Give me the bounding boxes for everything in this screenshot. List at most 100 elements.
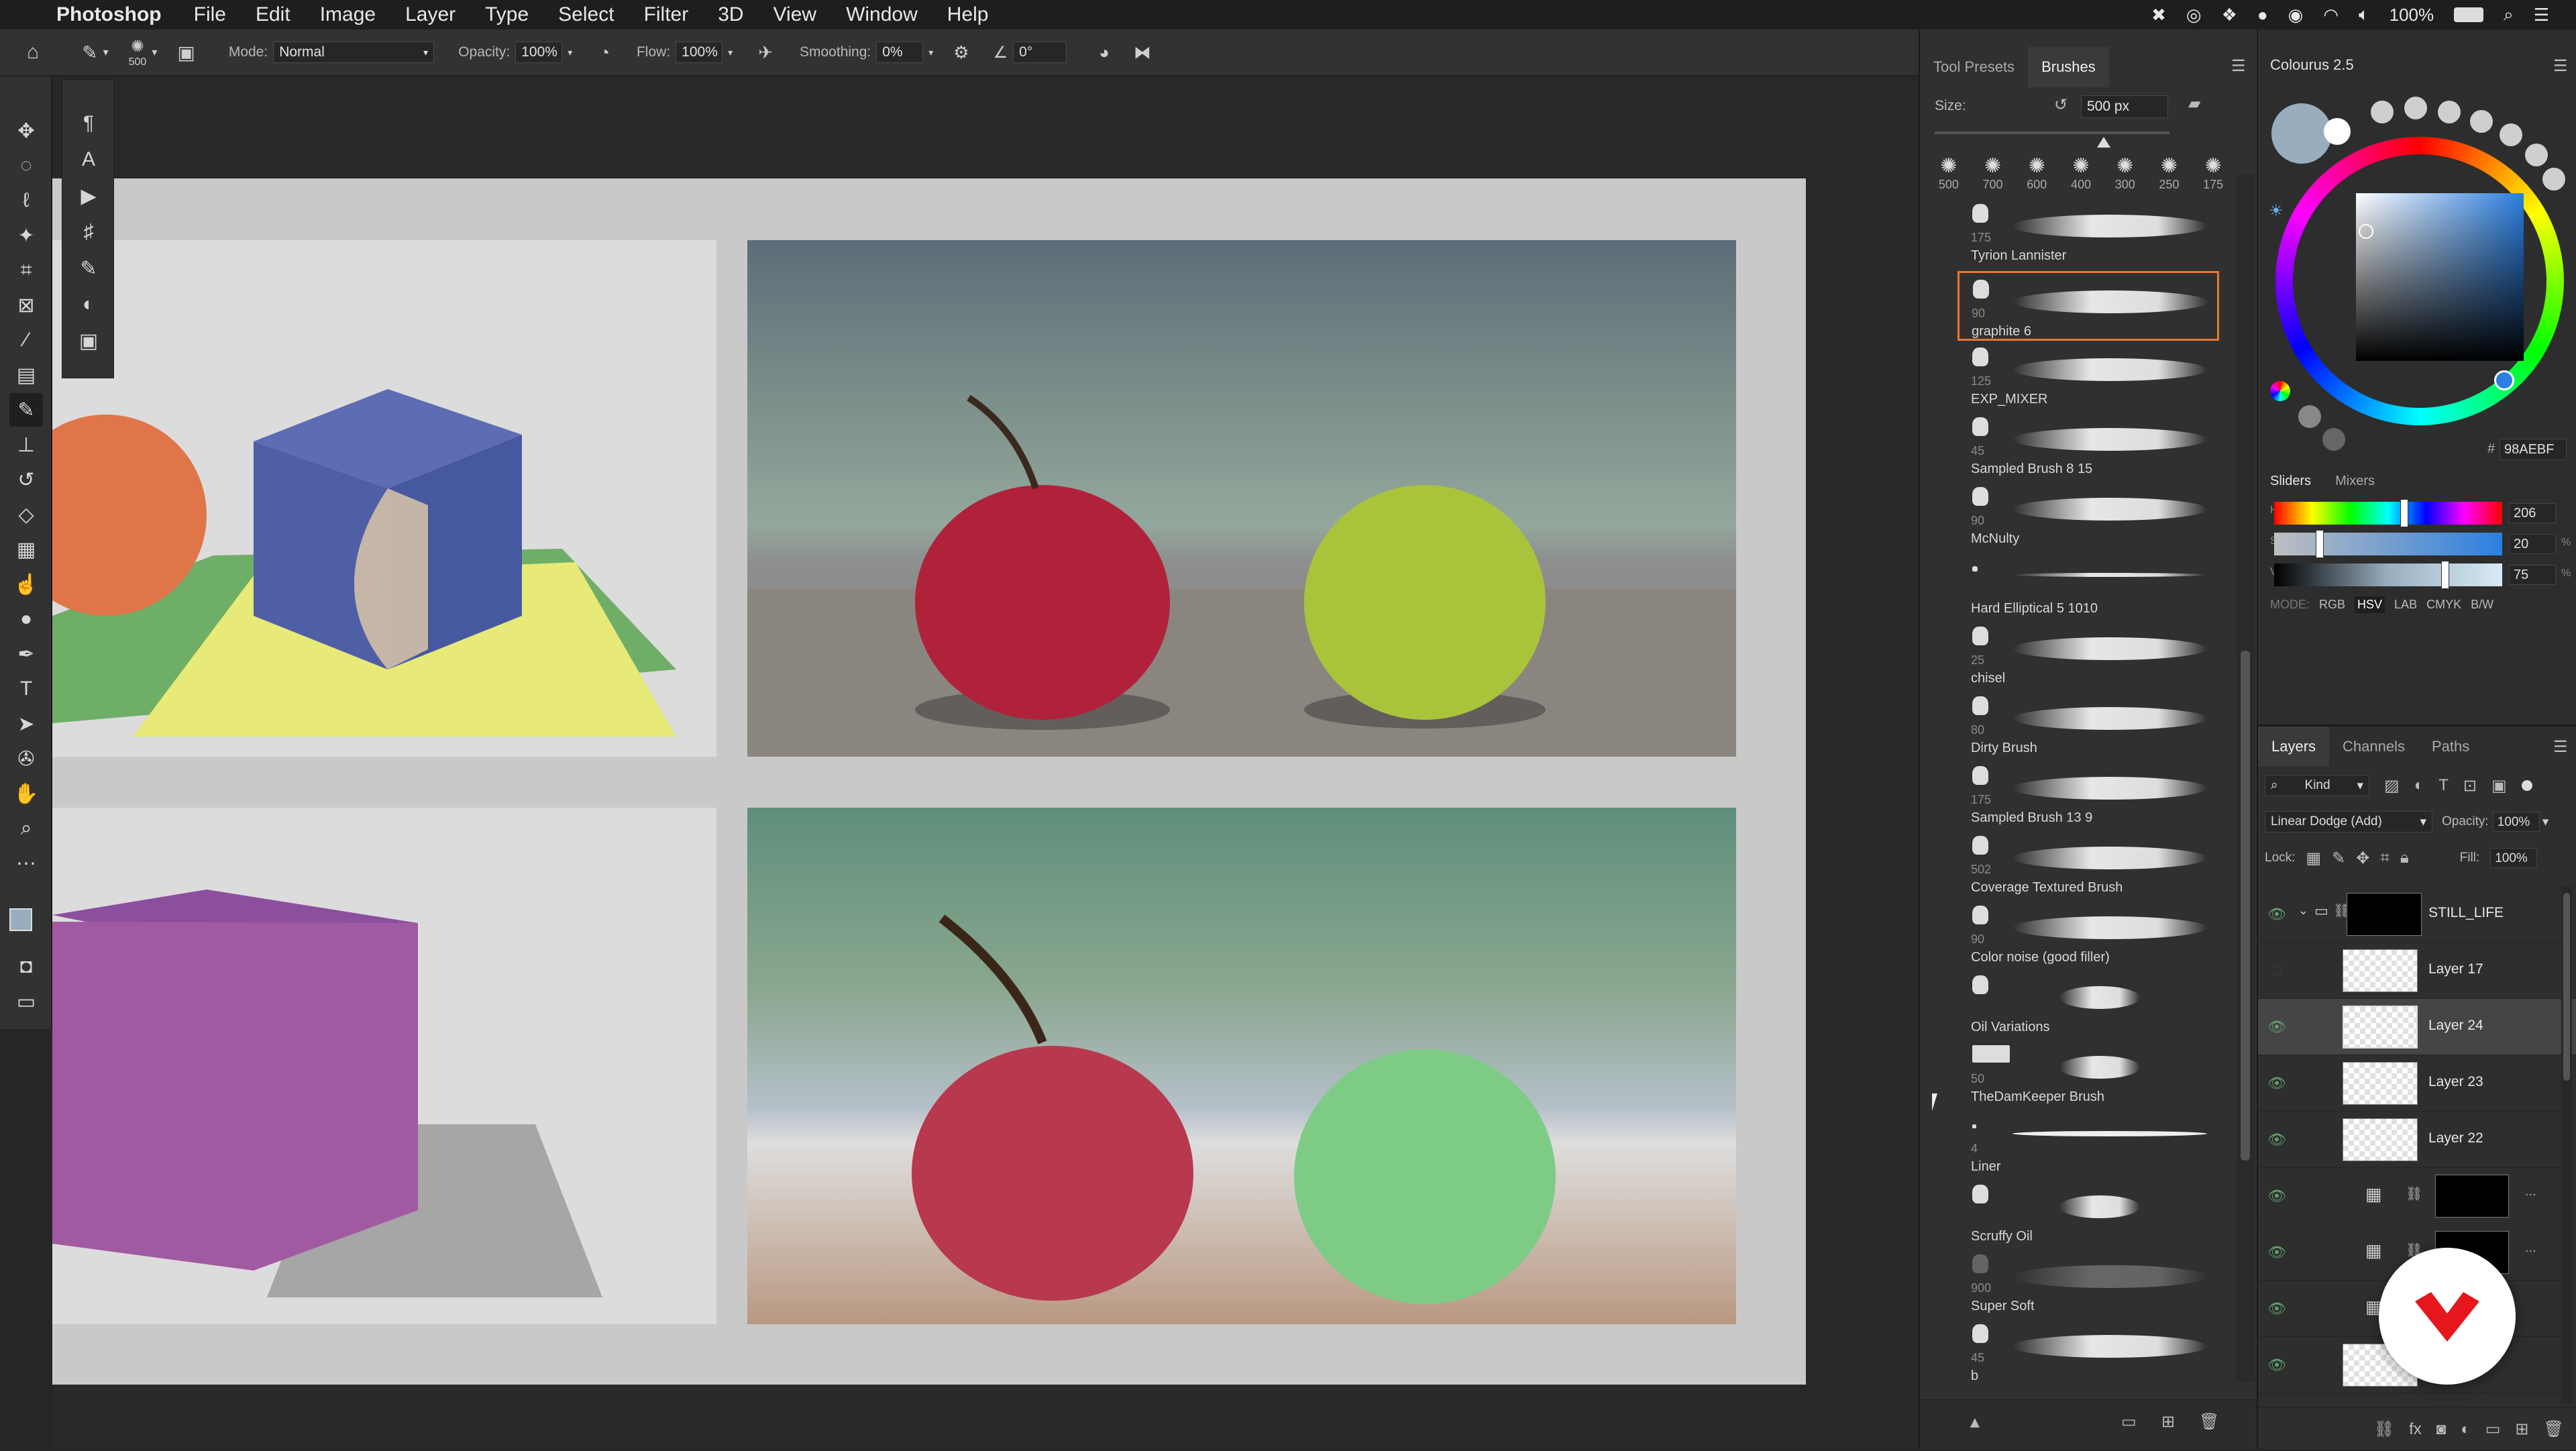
brush-preset-picker[interactable]: ✺ 500 bbox=[129, 37, 147, 68]
character-icon[interactable]: A bbox=[72, 143, 105, 176]
creative-cloud-icon[interactable]: ◎ bbox=[2186, 5, 2202, 25]
clone-source-icon[interactable]: ▣ bbox=[72, 324, 105, 358]
brush-item[interactable]: 80 Dirty Brush bbox=[1959, 690, 2220, 759]
blend-mode-select[interactable]: Linear Dodge (Add) ▾ bbox=[2265, 811, 2432, 832]
pixel-filter-icon[interactable]: ▨ bbox=[2384, 776, 2400, 796]
tab-paths[interactable]: Paths bbox=[2418, 727, 2483, 767]
new-group-folder-icon[interactable]: ▭ bbox=[2485, 1419, 2501, 1439]
brush-item[interactable]: Scruffy Oil bbox=[1959, 1178, 2220, 1248]
brush-tool-icon[interactable]: ✎ bbox=[82, 42, 97, 64]
smoothing-settings-gear-icon[interactable]: ⚙ bbox=[953, 42, 969, 63]
lasso-tool-icon[interactable]: ℓ bbox=[9, 184, 43, 217]
smart-object-filter-icon[interactable]: ▣ bbox=[2491, 776, 2507, 796]
brushes-scrollbar[interactable] bbox=[2237, 174, 2255, 1382]
brush-settings-panel-icon[interactable]: ♯ bbox=[72, 215, 105, 249]
smoothing-input[interactable]: 0% bbox=[876, 42, 924, 63]
add-mask-icon[interactable]: ◙ bbox=[2436, 1420, 2447, 1439]
layer-group-row[interactable]: 👁︎ ⌄ ▭ ⛓︎ STILL_LIFE bbox=[2258, 886, 2576, 943]
play-action-icon[interactable]: ▶ bbox=[72, 179, 105, 213]
angle-input[interactable]: 0° bbox=[1013, 42, 1067, 63]
color-swatch-dot[interactable] bbox=[2500, 123, 2522, 146]
hue-value[interactable]: 206 bbox=[2509, 503, 2556, 523]
dodge-tool-icon[interactable]: ● bbox=[9, 602, 43, 636]
brush-item[interactable]: 125 EXP_MIXER bbox=[1959, 341, 2220, 411]
visibility-eye-icon[interactable]: 👁︎ bbox=[2265, 1240, 2289, 1265]
menu-select[interactable]: Select bbox=[558, 3, 614, 26]
opacity-input[interactable]: 100% bbox=[515, 42, 563, 63]
healing-brush-tool-icon[interactable]: ▤ bbox=[9, 358, 43, 392]
visibility-eye-icon[interactable]: 👁︎ bbox=[2265, 1015, 2289, 1039]
crop-tool-icon[interactable]: ⌗ bbox=[9, 254, 43, 287]
history-brush-tool-icon[interactable]: ↺ bbox=[9, 463, 43, 496]
tab-sliders[interactable]: Sliders bbox=[2258, 468, 2323, 495]
adjustments-icon[interactable]: ◐ bbox=[72, 288, 105, 321]
more-tools-icon[interactable]: ⋯ bbox=[9, 847, 43, 880]
delete-brush-trash-icon[interactable]: 🗑︎ bbox=[2199, 1412, 2219, 1432]
saturation-value[interactable]: 20 bbox=[2509, 534, 2556, 554]
visibility-eye-icon[interactable]: 👁︎ bbox=[2265, 1353, 2289, 1377]
value-slider-thumb[interactable] bbox=[2441, 561, 2449, 589]
small-color-wheel-icon[interactable] bbox=[2270, 381, 2290, 401]
battery-icon[interactable] bbox=[2454, 7, 2484, 22]
foreground-color-swatch[interactable] bbox=[9, 908, 32, 931]
color-swatch-dot[interactable] bbox=[2470, 110, 2493, 133]
link-layers-icon[interactable]: ⛓︎ bbox=[2374, 1419, 2394, 1439]
previous-color-swatch[interactable] bbox=[2324, 118, 2351, 145]
panel-menu-icon[interactable]: ☰ bbox=[2553, 56, 2568, 76]
color-swatch-dot[interactable] bbox=[2525, 144, 2548, 166]
home-icon[interactable]: ⌂ bbox=[27, 41, 39, 64]
color-swatch-dot[interactable] bbox=[2371, 101, 2394, 123]
brush-item[interactable]: 4 Liner bbox=[1959, 1108, 2220, 1178]
chevron-down-icon[interactable]: ▾ bbox=[152, 46, 157, 59]
menu-filter[interactable]: Filter bbox=[644, 3, 689, 26]
path-selection-tool-icon[interactable]: ➤ bbox=[9, 707, 43, 741]
menu-help[interactable]: Help bbox=[947, 3, 989, 26]
tab-mixers[interactable]: Mixers bbox=[2323, 468, 2387, 495]
chevron-down-icon[interactable]: ▾ bbox=[568, 47, 572, 58]
brush-item[interactable]: 175 Sampled Brush 13 9 bbox=[1959, 759, 2220, 829]
brush-item[interactable]: Hard Elliptical 5 1010 bbox=[1959, 550, 2220, 620]
delete-layer-trash-icon[interactable]: 🗑︎ bbox=[2544, 1419, 2564, 1439]
chevron-down-icon[interactable]: ▾ bbox=[928, 47, 933, 58]
eraser-tool-icon[interactable]: ◇ bbox=[9, 498, 43, 531]
value-slider[interactable] bbox=[2274, 563, 2502, 586]
current-color-swatch[interactable] bbox=[2271, 103, 2332, 164]
brush-item[interactable]: 90 McNulty bbox=[1959, 480, 2220, 550]
brush-item[interactable]: Oil Variations bbox=[1959, 969, 2220, 1038]
tab-tool-presets[interactable]: Tool Presets bbox=[1920, 47, 2028, 87]
symmetry-icon[interactable]: ⧓ bbox=[1134, 42, 1151, 63]
hue-slider[interactable] bbox=[2274, 502, 2502, 525]
tab-channels[interactable]: Channels bbox=[2329, 727, 2418, 767]
brush-item-selected[interactable]: 90 graphite 6 bbox=[1957, 271, 2219, 341]
gray-swatch-dot[interactable] bbox=[2298, 405, 2321, 428]
paragraph-icon[interactable]: ¶ bbox=[72, 107, 105, 140]
lock-all-icon[interactable]: 🔒︎ bbox=[2400, 849, 2409, 867]
light-mode-icon[interactable]: ☀ bbox=[2269, 201, 2284, 221]
brush-settings-icon[interactable]: ▣ bbox=[177, 42, 195, 64]
visibility-off-box[interactable]: □ bbox=[2265, 959, 2289, 983]
tools-icon[interactable]: ✖ bbox=[2151, 5, 2166, 25]
zoom-tool-icon[interactable]: ⌕ bbox=[9, 812, 43, 845]
airbrush-icon[interactable]: ✈ bbox=[758, 42, 773, 63]
wifi-icon[interactable]: ◠ bbox=[2323, 5, 2339, 25]
mode-cmyk[interactable]: CMYK bbox=[2426, 598, 2461, 612]
volume-icon[interactable]: 🔈︎ bbox=[2359, 4, 2369, 25]
chevron-down-icon[interactable]: ⌄ bbox=[2298, 904, 2308, 918]
brush-item[interactable]: 45 Sampled Brush 8 15 bbox=[1959, 411, 2220, 480]
size-slider[interactable] bbox=[1935, 131, 2169, 134]
brushes-panel-icon[interactable]: ✎ bbox=[72, 252, 105, 285]
visibility-eye-icon[interactable]: 👁︎ bbox=[2265, 1297, 2289, 1321]
scrollbar-thumb[interactable] bbox=[2563, 893, 2570, 1081]
menu-file[interactable]: File bbox=[194, 3, 226, 26]
brush-item[interactable]: 50 TheDamKeeper Brush bbox=[1959, 1038, 2220, 1108]
saturation-value-square[interactable] bbox=[2356, 193, 2524, 361]
new-brush-icon[interactable]: ▰ bbox=[2188, 94, 2200, 113]
brush-tool-icon[interactable]: ✎ bbox=[9, 393, 43, 427]
lock-position-icon[interactable]: ✥ bbox=[2356, 849, 2369, 868]
type-filter-icon[interactable]: T bbox=[2438, 776, 2449, 795]
layer-style-fx-icon[interactable]: fx bbox=[2409, 1420, 2422, 1439]
mode-select[interactable]: Normal ▾ bbox=[273, 42, 435, 63]
notification-icon[interactable]: ● bbox=[2257, 5, 2268, 25]
mode-hsv[interactable]: HSV bbox=[2355, 596, 2385, 613]
screen-mode-icon[interactable]: ▭ bbox=[9, 985, 43, 1018]
